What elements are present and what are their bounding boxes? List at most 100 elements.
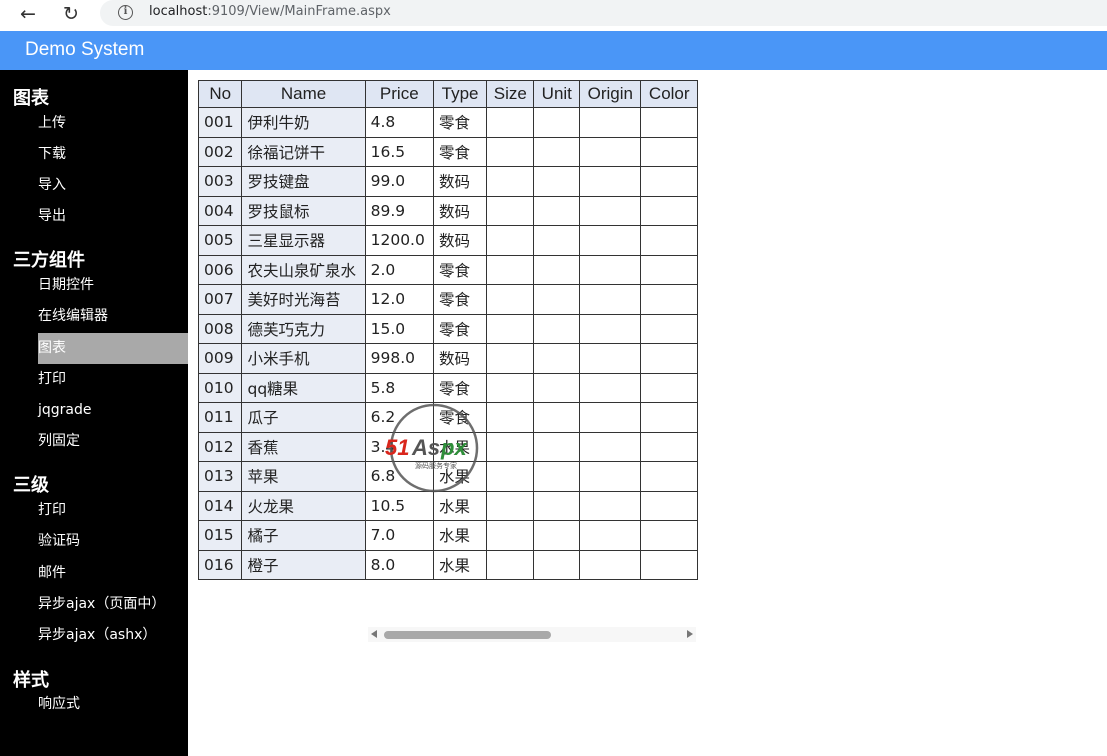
cell-size (486, 431, 535, 462)
cell-origin (579, 520, 642, 551)
cell-no: 006 (198, 254, 243, 285)
header-color: Color (640, 80, 698, 108)
cell-price: 89.9 (364, 195, 434, 226)
header-name: Name (241, 80, 366, 108)
scroll-left-arrow-icon[interactable] (371, 630, 377, 638)
cell-color (640, 107, 698, 138)
sidebar-group-charts: 图表 (13, 88, 49, 109)
cell-price: 2.0 (364, 254, 434, 285)
cell-size (486, 313, 535, 344)
cell-name: 小米手机 (241, 343, 366, 374)
table-row: 015 橘子 7.0 水果 (198, 520, 698, 551)
cell-unit (533, 225, 581, 256)
cell-no: 012 (198, 431, 243, 462)
sidebar-item-download[interactable]: 下载 (38, 139, 188, 170)
sidebar-item-chart[interactable]: 图表 (38, 333, 188, 364)
cell-unit (533, 549, 581, 580)
cell-type: 数码 (432, 195, 488, 226)
cell-price: 998.0 (364, 343, 434, 374)
cell-price: 16.5 (364, 136, 434, 167)
cell-size (486, 549, 535, 580)
sidebar-item-date-control[interactable]: 日期控件 (38, 270, 188, 301)
sidebar-item-print[interactable]: 打印 (38, 364, 188, 395)
sidebar-group-third-party: 三方组件 (13, 250, 85, 271)
cell-price: 1200.0 (364, 225, 434, 256)
app-header: Demo System (0, 31, 1107, 70)
cell-size (486, 343, 535, 374)
cell-origin (579, 195, 642, 226)
cell-size (486, 166, 535, 197)
cell-origin (579, 313, 642, 344)
sidebar-item-jqgrade[interactable]: jqgrade (38, 395, 188, 426)
cell-name: 苹果 (241, 461, 366, 492)
url-text[interactable]: localhost:9109/View/MainFrame.aspx (149, 4, 391, 19)
cell-type: 零食 (432, 254, 488, 285)
header-type: Type (432, 80, 488, 108)
cell-name: 瓜子 (241, 402, 366, 433)
header-no: No (198, 80, 243, 108)
horizontal-scrollbar[interactable] (368, 627, 696, 642)
cell-name: 罗技鼠标 (241, 195, 366, 226)
header-size: Size (486, 80, 535, 108)
table-header-row: No Name Price Type Size Unit Origin Colo… (198, 80, 698, 108)
cell-name: 农夫山泉矿泉水 (241, 254, 366, 285)
product-table-viewport: No Name Price Type Size Unit Origin Colo… (198, 80, 698, 580)
cell-type: 数码 (432, 166, 488, 197)
cell-size (486, 490, 535, 521)
table-row: 011 瓜子 6.2 零食 (198, 402, 698, 433)
cell-color (640, 254, 698, 285)
cell-color (640, 461, 698, 492)
address-bar[interactable]: i localhost:9109/View/MainFrame.aspx (100, 0, 1107, 26)
table-row: 013 苹果 6.8 水果 (198, 461, 698, 492)
table-row: 006 农夫山泉矿泉水 2.0 零食 (198, 254, 698, 285)
cell-color (640, 549, 698, 580)
cell-name: 德芙巧克力 (241, 313, 366, 344)
cell-price: 8.0 (364, 549, 434, 580)
sidebar-item-mail[interactable]: 邮件 (38, 558, 188, 589)
sidebar-item-print-2[interactable]: 打印 (38, 495, 188, 526)
cell-name: 三星显示器 (241, 225, 366, 256)
cell-no: 001 (198, 107, 243, 138)
cell-unit (533, 284, 581, 315)
cell-size (486, 136, 535, 167)
browser-toolbar: ← ↻ i localhost:9109/View/MainFrame.aspx (0, 0, 1107, 31)
scroll-right-arrow-icon[interactable] (687, 630, 693, 638)
cell-price: 5.8 (364, 372, 434, 403)
cell-no: 016 (198, 549, 243, 580)
cell-color (640, 520, 698, 551)
sidebar-item-responsive[interactable]: 响应式 (38, 689, 188, 720)
cell-size (486, 284, 535, 315)
cell-type: 零食 (432, 402, 488, 433)
sidebar-item-upload[interactable]: 上传 (38, 108, 188, 139)
sidebar-item-import[interactable]: 导入 (38, 170, 188, 201)
table-row: 003 罗技键盘 99.0 数码 (198, 166, 698, 197)
info-icon[interactable]: i (118, 5, 133, 20)
cell-unit (533, 372, 581, 403)
cell-origin (579, 372, 642, 403)
sidebar-item-ajax-ashx[interactable]: 异步ajax（ashx） (38, 620, 188, 651)
cell-color (640, 195, 698, 226)
sidebar-item-captcha[interactable]: 验证码 (38, 526, 188, 557)
cell-type: 水果 (432, 431, 488, 462)
reload-icon[interactable]: ↻ (58, 2, 84, 26)
table-row: 002 徐福记饼干 16.5 零食 (198, 136, 698, 167)
cell-no: 014 (198, 490, 243, 521)
sidebar-item-fixed-column[interactable]: 列固定 (38, 426, 188, 457)
cell-type: 水果 (432, 549, 488, 580)
cell-origin (579, 254, 642, 285)
cell-size (486, 195, 535, 226)
cell-name: 火龙果 (241, 490, 366, 521)
cell-origin (579, 490, 642, 521)
header-unit: Unit (533, 80, 581, 108)
sidebar-item-online-editor[interactable]: 在线编辑器 (38, 301, 188, 332)
table-row: 004 罗技鼠标 89.9 数码 (198, 195, 698, 226)
cell-color (640, 166, 698, 197)
sidebar-item-ajax-page[interactable]: 异步ajax（页面中） (38, 589, 188, 620)
cell-type: 水果 (432, 520, 488, 551)
back-arrow-icon[interactable]: ← (15, 2, 41, 26)
cell-size (486, 461, 535, 492)
sidebar-item-export[interactable]: 导出 (38, 201, 188, 232)
cell-price: 99.0 (364, 166, 434, 197)
table-row: 009 小米手机 998.0 数码 (198, 343, 698, 374)
scrollbar-thumb[interactable] (384, 631, 551, 639)
